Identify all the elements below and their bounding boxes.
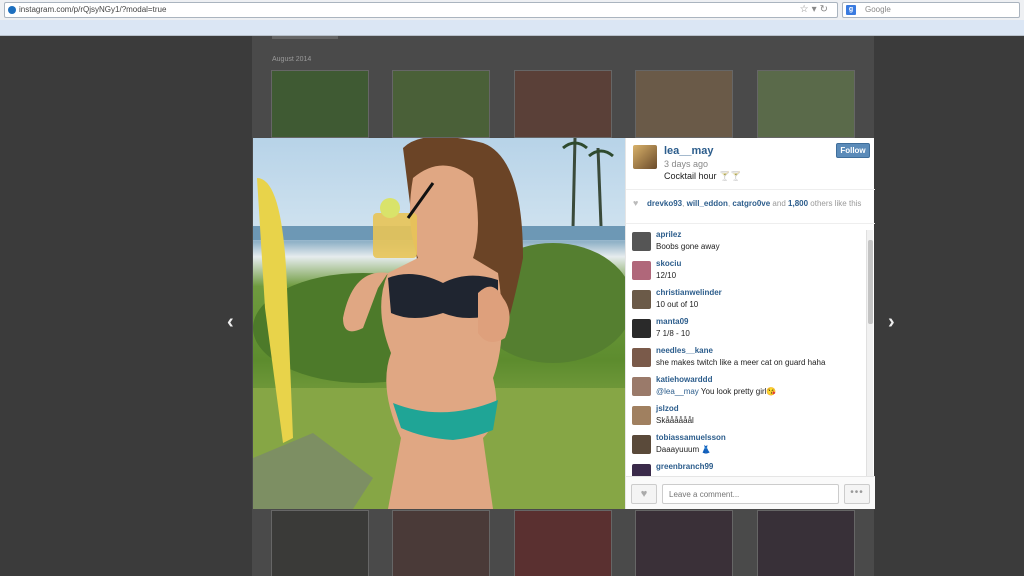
address-controls[interactable]: ☆▾↻ (800, 3, 831, 17)
thumbnail[interactable] (514, 510, 612, 576)
comment-username[interactable]: katiehowarddd (656, 375, 712, 384)
browser-chrome: instagram.com/p/rQjsyNGy1/?modal=true ☆▾… (0, 0, 1024, 36)
comment-text: 7 1/8 - 10 (656, 329, 690, 338)
like-user[interactable]: drevko93 (647, 199, 682, 208)
list-item: aprilez Boobs gone away (632, 230, 864, 258)
profile-tab-indicator (272, 36, 338, 39)
post-photo[interactable] (253, 138, 625, 509)
avatar[interactable] (632, 377, 651, 396)
list-item: needles__kane she makes twitch like a me… (632, 346, 864, 374)
post-timestamp[interactable]: 3 days ago (664, 159, 708, 169)
post-sidebar: lea__may 3 days ago Cocktail hour 🍸🍸 Fol… (625, 138, 875, 509)
avatar[interactable] (632, 290, 651, 309)
avatar[interactable] (633, 145, 657, 169)
photo-illustration (253, 138, 625, 509)
thumbnail[interactable] (757, 70, 855, 138)
bookmark-bar (0, 20, 1024, 35)
previous-arrow-icon[interactable]: ‹ (227, 311, 234, 334)
thumbnail[interactable] (757, 510, 855, 576)
avatar[interactable] (632, 319, 651, 338)
list-item: tobiassamuelsson Daaayuuum 👗 (632, 433, 864, 461)
avatar[interactable] (632, 406, 651, 425)
next-arrow-icon[interactable]: › (888, 311, 895, 334)
heart-icon: ♥ (633, 198, 639, 208)
comment-username[interactable]: christianwelinder (656, 288, 722, 297)
follow-button[interactable]: Follow (836, 143, 870, 158)
comment-input[interactable] (662, 484, 839, 504)
search-box[interactable]: g Google (842, 2, 1020, 18)
thumbnail[interactable] (514, 70, 612, 138)
likes-suffix: others like this (810, 199, 862, 208)
post-username[interactable]: lea__may (664, 145, 714, 157)
comment-text: Skåååååål (656, 416, 694, 425)
avatar[interactable] (632, 435, 651, 454)
comment-username[interactable]: greenbranch99 (656, 462, 713, 471)
url-text: instagram.com/p/rQjsyNGy1/?modal=true (19, 5, 167, 14)
like-user[interactable]: will_eddon (687, 199, 728, 208)
comment-text: @lea__may You look pretty girl😘 (656, 387, 776, 396)
search-placeholder: Google (865, 5, 891, 14)
post-modal: lea__may 3 days ago Cocktail hour 🍸🍸 Fol… (253, 138, 875, 509)
thumbnail[interactable] (392, 70, 490, 138)
post-header: lea__may 3 days ago Cocktail hour 🍸🍸 Fol… (626, 138, 875, 190)
like-user[interactable]: catgro0ve (732, 199, 770, 208)
thumbnail[interactable] (635, 70, 733, 138)
heart-icon: ♥ (640, 488, 648, 500)
avatar[interactable] (632, 348, 651, 367)
list-item: greenbranch99 (632, 462, 864, 476)
comment-text: Boobs gone away (656, 242, 720, 251)
likes-summary: ♥ drevko93, will_eddon, catgro0ve and 1,… (626, 194, 875, 224)
comments-list: aprilez Boobs gone away skociu 12/10 chr… (626, 228, 867, 476)
avatar[interactable] (632, 261, 651, 280)
address-bar[interactable]: instagram.com/p/rQjsyNGy1/?modal=true ☆▾… (4, 2, 838, 18)
likes-connector: and (772, 199, 786, 208)
comment-body: You look pretty girl😘 (700, 387, 777, 396)
comment-text: Daaayuuum 👗 (656, 445, 712, 454)
like-button[interactable]: ♥ (631, 484, 657, 504)
list-item: katiehowarddd @lea__may You look pretty … (632, 375, 864, 403)
more-options-button[interactable]: ••• (844, 484, 870, 504)
comment-text: 10 out of 10 (656, 300, 699, 309)
comment-username[interactable]: skociu (656, 259, 681, 268)
thumbnail[interactable] (392, 510, 490, 576)
list-item: jslzod Skåååååål (632, 404, 864, 432)
comment-username[interactable]: jslzod (656, 404, 679, 413)
thumbnail[interactable] (271, 70, 369, 138)
comment-username[interactable]: manta09 (656, 317, 688, 326)
comment-username[interactable]: tobiassamuelsson (656, 433, 726, 442)
likes-count[interactable]: 1,800 (788, 199, 808, 208)
list-item: skociu 12/10 (632, 259, 864, 287)
comment-username[interactable]: aprilez (656, 230, 681, 239)
comments-scrollbar[interactable] (866, 230, 873, 476)
comment-text: 12/10 (656, 271, 677, 280)
comment-text: she makes twitch like a meer cat on guar… (656, 358, 826, 367)
comment-username[interactable]: needles__kane (656, 346, 713, 355)
comment-mention[interactable]: @lea__may (656, 387, 699, 396)
favicon-icon (8, 6, 16, 14)
avatar[interactable] (632, 464, 651, 476)
thumbnail[interactable] (271, 510, 369, 576)
list-item: manta09 7 1/8 - 10 (632, 317, 864, 345)
avatar[interactable] (632, 232, 651, 251)
post-caption: Cocktail hour 🍸🍸 (664, 171, 742, 181)
google-icon[interactable]: g (846, 5, 856, 15)
list-item: christianwelinder 10 out of 10 (632, 288, 864, 316)
month-heading: August 2014 (272, 56, 312, 63)
scrollbar-thumb[interactable] (868, 240, 873, 324)
comment-footer: ♥ ••• (626, 476, 875, 509)
thumbnail[interactable] (635, 510, 733, 576)
